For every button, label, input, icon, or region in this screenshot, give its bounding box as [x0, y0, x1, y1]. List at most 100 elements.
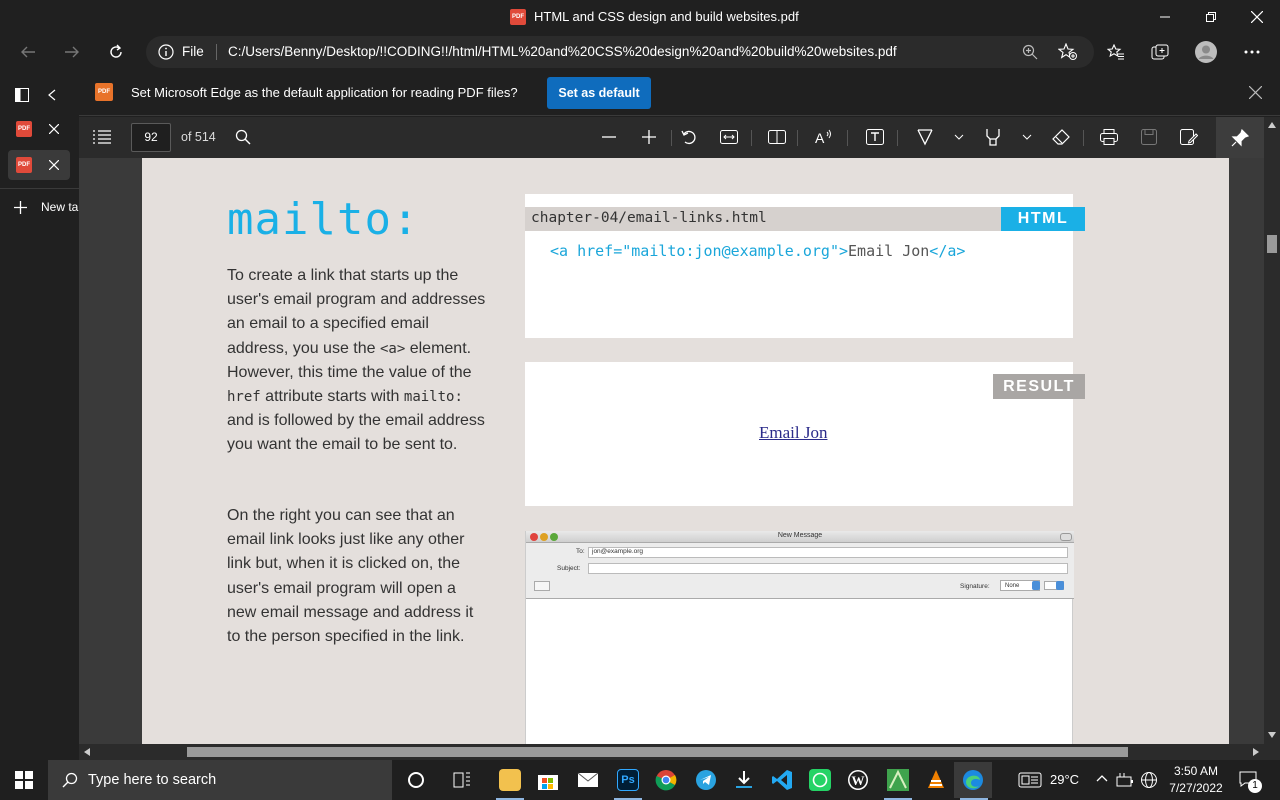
pdf-viewer[interactable]: mailto: To create a link that starts up … [79, 158, 1264, 744]
horizontal-scroll-thumb[interactable] [187, 747, 1128, 757]
tab-item-1[interactable]: PDF [8, 114, 70, 144]
close-window-button[interactable] [1234, 0, 1280, 34]
photoshop-button[interactable]: Ps [614, 766, 642, 794]
collapse-chevron-icon[interactable] [48, 89, 56, 101]
file-explorer-button[interactable] [496, 766, 524, 794]
close-tab-icon[interactable] [49, 124, 59, 134]
collections-button[interactable] [1144, 36, 1176, 68]
add-favorite-icon[interactable] [1058, 43, 1078, 61]
highlight-options-dropdown[interactable] [1015, 125, 1039, 149]
svg-text:W: W [852, 773, 865, 788]
pin-toolbar-button[interactable] [1216, 117, 1264, 158]
download-app-button[interactable] [730, 766, 758, 794]
scroll-right-icon[interactable] [1253, 748, 1259, 756]
mail-header-fields: To: jon@example.org Subject: Signature: … [526, 543, 1074, 599]
tab-item-2-active[interactable]: PDF [8, 150, 70, 180]
page-number-input[interactable]: 92 [131, 123, 171, 152]
news-weather-icon[interactable] [1018, 772, 1042, 788]
arrow-right-icon [65, 46, 79, 58]
chrome-button[interactable] [652, 766, 680, 794]
title-bar: PDF HTML and CSS design and build websit… [0, 0, 1280, 34]
draw-button[interactable] [913, 125, 937, 149]
file-scheme-label[interactable]: File [182, 44, 204, 59]
url-divider [216, 44, 217, 60]
forward-button[interactable] [56, 36, 88, 68]
fit-to-width-button[interactable] [717, 125, 741, 149]
vertical-scrollbar[interactable] [1264, 117, 1280, 744]
subject-label: Subject: [557, 565, 581, 572]
scroll-left-icon[interactable] [84, 748, 90, 756]
close-tab-icon[interactable] [49, 160, 59, 170]
chevron-down-icon [1022, 134, 1032, 140]
add-text-button[interactable] [863, 125, 887, 149]
refresh-button[interactable] [100, 36, 132, 68]
find-button[interactable] [231, 125, 255, 149]
temperature[interactable]: 29°C [1050, 772, 1079, 787]
vertical-scroll-thumb[interactable] [1267, 235, 1277, 253]
to-field [588, 547, 1068, 558]
back-button[interactable] [12, 36, 44, 68]
pdf-tab-icon: PDF [16, 121, 32, 137]
rotate-button[interactable] [677, 125, 701, 149]
zoom-in-button[interactable] [637, 125, 661, 149]
table-of-contents-button[interactable] [90, 125, 114, 149]
zoom-out-button[interactable] [597, 125, 621, 149]
show-hidden-icons-chevron-up-icon[interactable] [1096, 774, 1108, 782]
cortana-button[interactable] [402, 766, 430, 794]
taskbar-search-box[interactable]: Type here to search [48, 760, 392, 800]
toolbar-divider [751, 130, 752, 146]
vlc-button[interactable] [922, 766, 950, 794]
scroll-up-icon[interactable] [1268, 122, 1276, 128]
download-icon [736, 771, 752, 788]
favorites-button[interactable] [1100, 36, 1132, 68]
mail-button[interactable] [574, 766, 602, 794]
horizontal-scrollbar[interactable] [79, 744, 1280, 760]
print-button[interactable] [1097, 125, 1121, 149]
vscode-button[interactable] [768, 766, 796, 794]
draw-options-dropdown[interactable] [947, 125, 971, 149]
close-icon[interactable] [1249, 86, 1262, 99]
erase-button[interactable] [1049, 125, 1073, 149]
start-button[interactable] [10, 766, 38, 794]
whatsapp-button[interactable] [806, 766, 834, 794]
code-header: chapter-04/email-links.html HTML [525, 207, 1085, 231]
profile-button[interactable] [1190, 36, 1222, 68]
notification-center-button[interactable]: 1 [1236, 768, 1264, 794]
telegram-button[interactable] [692, 766, 720, 794]
search-icon [62, 772, 78, 788]
clock-date[interactable]: 7/27/2022 [1166, 781, 1226, 795]
refresh-icon [110, 44, 122, 58]
read-aloud-icon: A [815, 129, 831, 145]
code-text: Email Jon [848, 242, 930, 260]
network-globe-icon[interactable] [1140, 771, 1158, 789]
camtasia-button[interactable] [884, 766, 912, 794]
notification-count-badge: 1 [1248, 779, 1262, 793]
battery-icon[interactable] [1116, 772, 1134, 788]
save-button[interactable] [1137, 125, 1161, 149]
wordpress-icon: W [848, 770, 868, 790]
set-as-default-button[interactable]: Set as default [547, 77, 651, 109]
read-aloud-button[interactable]: A [813, 125, 837, 149]
url-bar[interactable]: File C:/Users/Benny/Desktop/!!CODING!!/h… [146, 36, 1094, 68]
telegram-icon [696, 770, 716, 790]
info-icon[interactable] [158, 44, 174, 60]
wordpress-button[interactable]: W [844, 766, 872, 794]
highlight-button[interactable] [981, 125, 1005, 149]
settings-more-button[interactable] [1236, 36, 1268, 68]
clock-time[interactable]: 3:50 AM [1170, 764, 1222, 778]
task-view-button[interactable] [448, 766, 476, 794]
tab-actions-icon[interactable] [15, 88, 29, 102]
url-text[interactable]: C:/Users/Benny/Desktop/!!CODING!!/html/H… [228, 44, 897, 59]
restore-button[interactable] [1188, 0, 1234, 34]
minimize-button[interactable] [1142, 0, 1188, 34]
zoom-icon[interactable] [1022, 44, 1038, 60]
edge-button-active[interactable] [954, 762, 992, 798]
subject-field [588, 563, 1068, 574]
minimize-icon [1160, 16, 1170, 18]
window-title: HTML and CSS design and build websites.p… [534, 9, 799, 24]
save-as-button[interactable] [1177, 125, 1201, 149]
store-button[interactable] [534, 766, 562, 794]
scroll-down-icon[interactable] [1268, 732, 1276, 738]
page-view-button[interactable] [765, 125, 789, 149]
new-tab-button[interactable]: New ta [8, 198, 79, 218]
